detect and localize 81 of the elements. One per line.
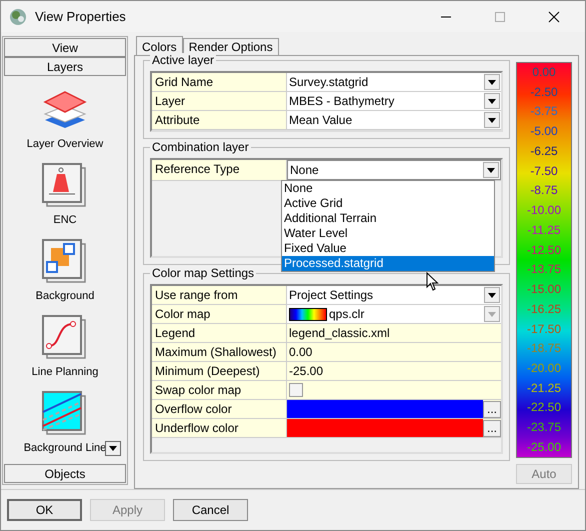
property-label: Minimum (Deepest) [152,362,287,380]
route-icon[interactable] [40,314,89,362]
browse-button[interactable]: ... [483,400,501,418]
dropdown-arrow-icon [488,98,496,104]
dropdown-field[interactable]: Project Settings [287,286,501,304]
legend-value: -23.75 [526,420,562,436]
dropdown-field[interactable]: None [287,160,501,180]
property-label: Maximum (Shallowest) [152,343,287,361]
legend-value: -2.50 [530,84,558,100]
legend-value: -6.25 [530,144,558,159]
sidebar-section-button[interactable]: Layers [4,57,126,76]
squares-icon[interactable] [41,238,89,286]
property-label: Use range from [152,286,287,304]
property-value: legend_classic.xml [289,326,390,340]
dropdown-field[interactable]: MBES - Bathymetry [287,92,501,110]
property-label: Layer [152,92,287,110]
legend-value: -11.25 [527,222,561,238]
legend-value: -8.75 [530,183,558,198]
property-value: -25.00 [289,364,324,378]
color-swatch[interactable] [287,419,483,437]
legend-value: -15.00 [526,282,562,298]
browse-button[interactable]: ... [483,420,501,436]
property-label: Color map [152,305,287,323]
sidebar-section-button[interactable]: View [4,38,126,57]
dropdown-option[interactable]: Water Level [282,226,494,241]
sidebar-item-label[interactable]: Line Planning [32,366,98,378]
dropdown-option[interactable]: Additional Terrain [282,211,494,226]
property-label: Legend [152,324,287,342]
property-label: Overflow color [152,400,287,418]
dropdown-option[interactable]: None [282,181,494,196]
tab[interactable]: Render Options [182,38,279,55]
dropdown-option[interactable]: Processed.statgrid [282,256,494,271]
group-title: Active layer [150,53,216,67]
dropdown-arrow-icon [488,292,496,298]
scroll-down-button[interactable] [105,441,121,456]
dropdown-arrow-icon [487,168,495,172]
down-arrow-icon [109,446,117,451]
color-ramp-swatch [289,308,327,320]
legend-value: -21.25 [526,380,562,396]
dropdown-option[interactable]: Fixed Value [282,241,494,256]
buoy-icon[interactable] [41,162,89,210]
legend-value: -17.50 [526,322,562,337]
sidebar-item-label[interactable]: Background Line [24,442,106,454]
legend-value: -20.00 [526,361,562,376]
legend-value: -22.50 [526,400,562,416]
property-label: Attribute [152,111,287,129]
property-label: Underflow color [152,419,287,437]
legend-value: -18.75 [526,341,562,356]
legend-value: -12.50 [526,242,562,258]
legend-value: -25.00 [526,440,562,455]
dropdown-field[interactable]: Mean Value [287,111,501,129]
legend-value: -5.00 [530,124,558,140]
property-label: Swap color map [152,381,287,399]
legend-value: -13.75 [526,262,562,278]
sidebar-item-label[interactable]: Background [36,290,94,302]
dialog-button[interactable]: Cancel [173,499,248,521]
close-icon[interactable] [548,10,560,22]
legend-value: 0.00 [532,65,556,80]
checkbox[interactable] [289,383,303,397]
legend-value: -16.25 [526,302,562,317]
property-value: 0.00 [289,345,312,359]
dialog-button[interactable]: OK [7,499,82,521]
dropdown-option[interactable]: Active Grid [282,196,494,211]
group-title: Color map Settings [150,266,256,280]
dropdown-arrow-icon [488,118,496,122]
dropdown-field[interactable]: Survey.statgrid [287,73,501,91]
color-swatch[interactable] [287,400,483,418]
legend-value: -10.00 [526,203,562,218]
property-label: Grid Name [152,73,287,91]
legend-value: -3.75 [530,104,558,120]
app-icon [9,8,27,26]
sidebar-item-label[interactable]: ENC [53,214,77,226]
dropdown-arrow-icon [488,312,496,316]
window-title: View Properties [35,9,126,24]
group-title: Combination layer [150,140,251,154]
sidebar-item-label[interactable]: Layer Overview [26,138,104,150]
property-label: Reference Type [152,160,287,180]
dropdown-arrow-icon [488,80,496,84]
legend-value: -7.50 [530,164,558,179]
lines-icon[interactable] [41,390,89,438]
sidebar-section-button[interactable]: Objects [4,464,126,483]
